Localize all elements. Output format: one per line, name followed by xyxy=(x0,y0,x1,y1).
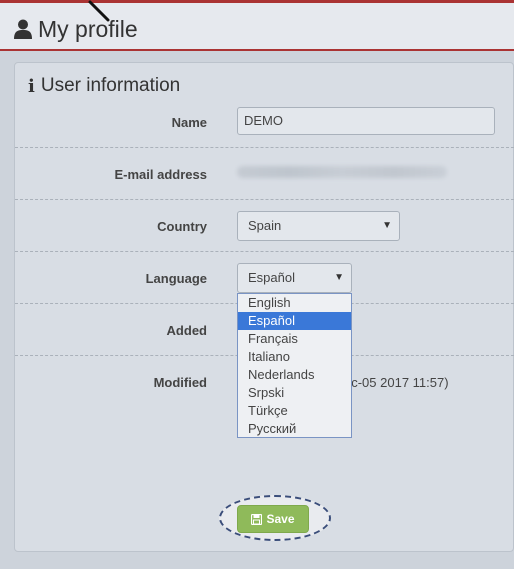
language-option[interactable]: Español xyxy=(238,312,351,330)
email-value-redacted xyxy=(237,166,447,178)
country-select[interactable]: Spain ▼ xyxy=(237,211,400,241)
top-accent-line xyxy=(0,0,514,3)
info-icon: i xyxy=(28,75,35,97)
modified-value: ec-05 2017 11:57) xyxy=(344,375,449,390)
language-option[interactable]: Srpski xyxy=(238,384,351,402)
country-select-value: Spain xyxy=(248,218,282,233)
floppy-disk-icon xyxy=(251,513,263,525)
row-divider xyxy=(15,199,514,200)
row-divider xyxy=(15,251,514,252)
language-option[interactable]: English xyxy=(238,294,351,312)
card-title: i User information xyxy=(28,75,180,97)
user-icon xyxy=(14,19,32,39)
modified-label: Modified xyxy=(153,375,207,390)
language-option[interactable]: Nederlands xyxy=(238,366,351,384)
language-label: Language xyxy=(145,271,207,286)
card-title-text: User information xyxy=(40,75,181,96)
language-select[interactable]: Español ▼ xyxy=(237,263,352,293)
chevron-down-icon: ▼ xyxy=(382,220,392,231)
email-label: E-mail address xyxy=(114,167,208,182)
name-label: Name xyxy=(171,115,207,130)
language-option[interactable]: Italiano xyxy=(238,348,351,366)
language-dropdown-list[interactable]: English Español Français Italiano Nederlands… xyxy=(237,293,352,438)
language-option[interactable]: Русский xyxy=(238,420,351,438)
save-button-label: Save xyxy=(266,512,295,526)
name-input[interactable]: DEMO xyxy=(237,107,495,135)
language-option[interactable]: Français xyxy=(238,330,351,348)
page-title-text: My profile xyxy=(38,15,138,42)
country-label: Country xyxy=(157,219,207,234)
row-divider xyxy=(15,147,514,148)
save-button[interactable]: Save xyxy=(237,505,309,533)
language-option[interactable]: Türkçe xyxy=(238,402,351,420)
added-label: Added xyxy=(166,323,207,338)
chevron-down-icon: ▼ xyxy=(334,272,344,283)
language-select-value: Español xyxy=(248,270,295,285)
page-title: My profile xyxy=(14,12,138,46)
